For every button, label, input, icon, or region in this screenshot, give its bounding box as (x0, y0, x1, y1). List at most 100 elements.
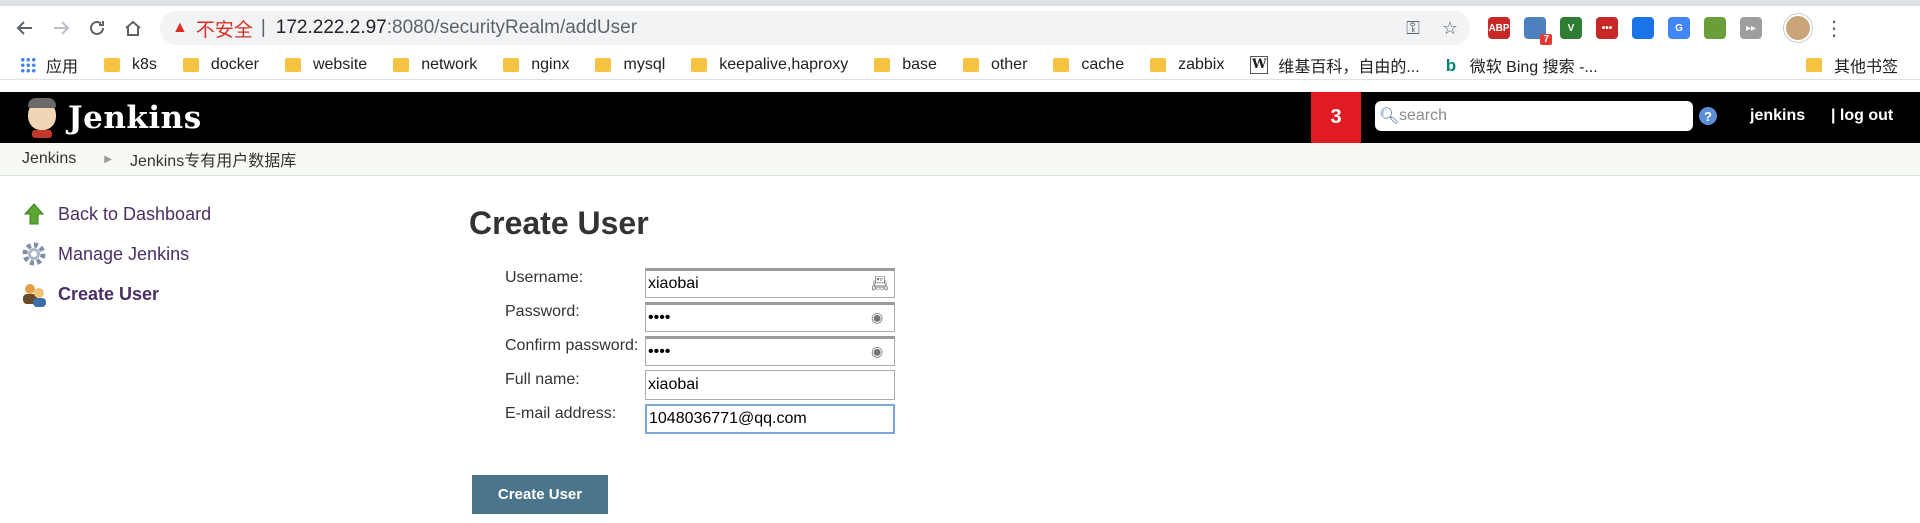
bookmark-label: website (312, 55, 368, 73)
search-icon: 🔍︎ (1379, 108, 1400, 125)
password-label: Password: (505, 303, 580, 320)
user-link[interactable]: jenkins (1750, 107, 1805, 125)
extension-abp-icon[interactable]: ABP (1488, 17, 1510, 39)
folder-icon (182, 57, 199, 72)
search-input[interactable] (1399, 107, 1679, 125)
extension-badge: 7 (1540, 34, 1552, 45)
key-manager-icon[interactable]: ◉ (871, 309, 887, 325)
bookmark-folder[interactable]: network (393, 56, 477, 74)
bookmark-folder[interactable]: mysql (595, 56, 665, 74)
bookmark-apps[interactable]: 应用 (20, 53, 78, 77)
username-row: Username: 📇︎ (469, 266, 895, 300)
extension-ext3-icon[interactable]: V (1560, 17, 1582, 39)
contact-card-icon[interactable]: 📇︎ (871, 275, 889, 291)
sidebar-item-label: Create User (58, 283, 160, 304)
password-row: Password: ◉ (469, 300, 895, 334)
folder-icon (503, 57, 520, 72)
bookmarks-bar: 应用 k8s docker website network nginx mysql keep… (0, 50, 1920, 80)
notification-badge[interactable]: 3 (1311, 92, 1361, 143)
fullname-field[interactable] (645, 370, 895, 400)
bookmark-bing[interactable]: b 微软 Bing 搜索 -... (1446, 53, 1598, 77)
star-icon[interactable]: ☆ (1442, 18, 1458, 39)
bookmark-label: k8s (132, 55, 157, 73)
bookmark-folder[interactable]: base (874, 56, 937, 74)
help-icon[interactable]: ? (1699, 107, 1717, 125)
username-field[interactable] (645, 268, 895, 298)
create-user-button[interactable]: Create User (472, 475, 608, 514)
extension-label: ▸▸ (1745, 22, 1757, 34)
jenkins-title: Jenkins (68, 99, 202, 136)
extension-label: ••• (1601, 22, 1613, 34)
jenkins-logo[interactable]: Jenkins (22, 96, 202, 140)
bookmark-folder[interactable]: nginx (503, 56, 569, 74)
bookmark-folder[interactable]: cache (1053, 56, 1124, 74)
extension-label: G (1675, 22, 1683, 34)
security-status: 不安全 (195, 19, 253, 41)
up-arrow-icon (20, 200, 48, 228)
extension-ext8-icon[interactable]: ▸▸ (1740, 17, 1762, 39)
bookmark-label: nginx (531, 55, 570, 73)
sidebar-item-create-user[interactable]: Create User (20, 274, 211, 314)
password-field[interactable] (645, 302, 895, 332)
bookmark-folder[interactable]: website (284, 55, 368, 74)
forward-button[interactable] (44, 11, 78, 45)
username-label: Username: (505, 269, 584, 286)
email-field[interactable] (645, 404, 895, 434)
bookmark-wiki[interactable]: W 维基百科，自由的... (1250, 53, 1420, 77)
key-icon[interactable]: ⚿ (1406, 18, 1420, 39)
fullname-label: Full name: (505, 371, 580, 388)
breadcrumb-current[interactable]: Jenkins专有用户数据库 (130, 147, 296, 171)
confirm-password-row: Confirm password: ◉ (469, 334, 895, 368)
jenkins-header: Jenkins 3 🔍︎ ? jenkins | log out (0, 92, 1920, 143)
back-button[interactable] (8, 11, 42, 45)
address-bar[interactable]: ▲ 不安全 | 172.222.2.97 :8080/securityRealm… (160, 11, 1470, 45)
extension-label: ABP (1488, 22, 1510, 34)
extension-label: V (1567, 22, 1575, 34)
reload-icon (90, 20, 104, 35)
breadcrumb: Jenkins ▶ Jenkins专有用户数据库 (0, 143, 1920, 176)
bookmark-folder[interactable]: docker (182, 56, 259, 74)
confirm-password-field[interactable] (645, 336, 895, 366)
bookmark-label: keepalive,haproxy (719, 55, 849, 73)
url-host: 172.222.2.97 (275, 17, 387, 38)
bookmark-label: 应用 (46, 58, 79, 76)
profile-avatar[interactable] (1784, 14, 1812, 42)
url-path: :8080/securityRealm/addUser (386, 17, 638, 38)
bookmark-folder[interactable]: k8s (104, 56, 157, 74)
key-manager-icon[interactable]: ◉ (871, 343, 887, 359)
extension-translate-icon[interactable]: G (1668, 17, 1690, 39)
folder-icon (393, 57, 410, 72)
users-icon (20, 280, 48, 308)
sidebar-item-label: Back to Dashboard (58, 203, 212, 224)
menu-kebab-icon[interactable]: ⋮ (1824, 16, 1844, 41)
home-button[interactable] (116, 11, 150, 45)
extension-ext7-icon[interactable] (1704, 17, 1726, 39)
sidebar-item-manage-jenkins[interactable]: Manage Jenkins (20, 234, 211, 274)
email-label: E-mail address: (505, 405, 617, 422)
url-separator: | (260, 17, 266, 38)
bookmark-label: zabbix (1178, 55, 1225, 73)
folder-icon (691, 57, 708, 72)
sidebar-item-label: Manage Jenkins (58, 243, 190, 264)
extensions-bar: ABP 7 V ••• G ▸▸ (1488, 17, 1762, 45)
bookmark-label: network (421, 55, 478, 73)
folder-icon (1150, 57, 1167, 72)
chevron-right-icon: ▶ (104, 153, 112, 165)
side-panel: Back to Dashboard Manage Jenkins Create … (20, 194, 211, 314)
extension-ext4-icon[interactable]: ••• (1596, 17, 1618, 39)
sidebar-item-back-dashboard[interactable]: Back to Dashboard (20, 194, 211, 234)
bookmark-folder[interactable]: keepalive,haproxy (691, 56, 848, 74)
browser-toolbar: ▲ 不安全 | 172.222.2.97 :8080/securityRealm… (0, 6, 1920, 50)
bookmark-other[interactable]: 其他书签 (1805, 53, 1898, 77)
logout-link[interactable]: | log out (1831, 107, 1893, 125)
bookmark-folder[interactable]: zabbix (1150, 56, 1224, 74)
home-icon (125, 20, 141, 36)
bookmark-folder[interactable]: other (962, 56, 1027, 74)
bookmark-label: cache (1081, 55, 1125, 73)
extension-ext2-icon[interactable]: 7 (1524, 17, 1552, 45)
reload-button[interactable] (80, 11, 114, 45)
breadcrumb-root[interactable]: Jenkins (22, 150, 76, 168)
confirm-password-label: Confirm password: (505, 337, 639, 354)
main-panel: Create User Username: 📇︎ Password: ◉ Con… (469, 205, 895, 436)
extension-ext5-icon[interactable] (1632, 17, 1654, 39)
